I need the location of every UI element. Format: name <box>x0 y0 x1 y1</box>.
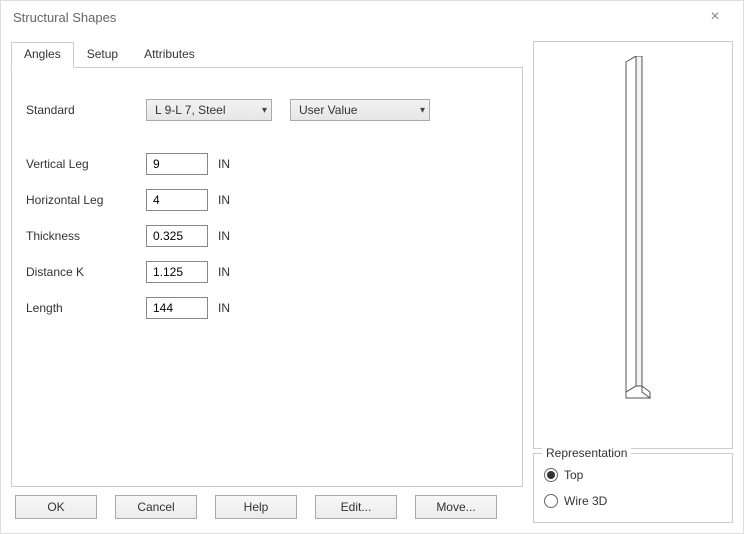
move-button[interactable]: Move... <box>415 495 497 519</box>
label-standard: Standard <box>26 103 146 117</box>
label-vertical-leg: Vertical Leg <box>26 157 146 171</box>
input-length[interactable] <box>146 297 208 319</box>
representation-legend: Representation <box>542 446 631 460</box>
radio-top-indicator <box>544 468 558 482</box>
shape-preview-icon <box>622 56 654 402</box>
tab-panel-angles: Standard L 9-L 7, Steel ▾ User Value ▾ V… <box>11 68 523 487</box>
combo-user-value[interactable]: User Value ▾ <box>290 99 430 121</box>
radio-top-label: Top <box>564 468 583 482</box>
close-icon[interactable]: × <box>695 8 735 26</box>
titlebar: Structural Shapes × <box>1 1 743 33</box>
dialog: Structural Shapes × Angles Setup Attribu… <box>0 0 744 534</box>
input-distance-k[interactable] <box>146 261 208 283</box>
representation-group: Representation Top Wire 3D <box>533 453 733 523</box>
combo-standard-value: L 9-L 7, Steel <box>155 103 226 117</box>
row-distance-k: Distance K IN <box>26 254 508 290</box>
unit-vertical-leg: IN <box>218 157 230 171</box>
right-pane: Representation Top Wire 3D <box>533 41 733 523</box>
chevron-down-icon: ▾ <box>262 105 267 116</box>
cancel-button[interactable]: Cancel <box>115 495 197 519</box>
left-pane: Angles Setup Attributes Standard L 9-L 7… <box>11 41 523 523</box>
row-horizontal-leg: Horizontal Leg IN <box>26 182 508 218</box>
label-horizontal-leg: Horizontal Leg <box>26 193 146 207</box>
chevron-down-icon: ▾ <box>420 105 425 116</box>
row-thickness: Thickness IN <box>26 218 508 254</box>
ok-button[interactable]: OK <box>15 495 97 519</box>
radio-wire3d[interactable]: Wire 3D <box>544 490 722 512</box>
tab-angles[interactable]: Angles <box>11 42 74 68</box>
unit-distance-k: IN <box>218 265 230 279</box>
button-row: OK Cancel Help Edit... Move... <box>11 487 523 523</box>
help-button[interactable]: Help <box>215 495 297 519</box>
tab-attributes[interactable]: Attributes <box>131 42 208 68</box>
unit-horizontal-leg: IN <box>218 193 230 207</box>
input-thickness[interactable] <box>146 225 208 247</box>
dialog-body: Angles Setup Attributes Standard L 9-L 7… <box>1 33 743 533</box>
edit-button[interactable]: Edit... <box>315 495 397 519</box>
unit-thickness: IN <box>218 229 230 243</box>
dialog-title: Structural Shapes <box>13 10 116 25</box>
input-vertical-leg[interactable] <box>146 153 208 175</box>
row-length: Length IN <box>26 290 508 326</box>
preview-area <box>533 41 733 449</box>
combo-standard[interactable]: L 9-L 7, Steel ▾ <box>146 99 272 121</box>
label-length: Length <box>26 301 146 315</box>
tab-bar: Angles Setup Attributes <box>11 41 523 68</box>
row-vertical-leg: Vertical Leg IN <box>26 146 508 182</box>
radio-wire3d-label: Wire 3D <box>564 494 607 508</box>
radio-wire3d-indicator <box>544 494 558 508</box>
input-horizontal-leg[interactable] <box>146 189 208 211</box>
unit-length: IN <box>218 301 230 315</box>
label-thickness: Thickness <box>26 229 146 243</box>
row-standard: Standard L 9-L 7, Steel ▾ User Value ▾ <box>26 92 508 128</box>
label-distance-k: Distance K <box>26 265 146 279</box>
tab-setup[interactable]: Setup <box>74 42 131 68</box>
radio-top[interactable]: Top <box>544 464 722 486</box>
combo-user-value-text: User Value <box>299 103 357 117</box>
